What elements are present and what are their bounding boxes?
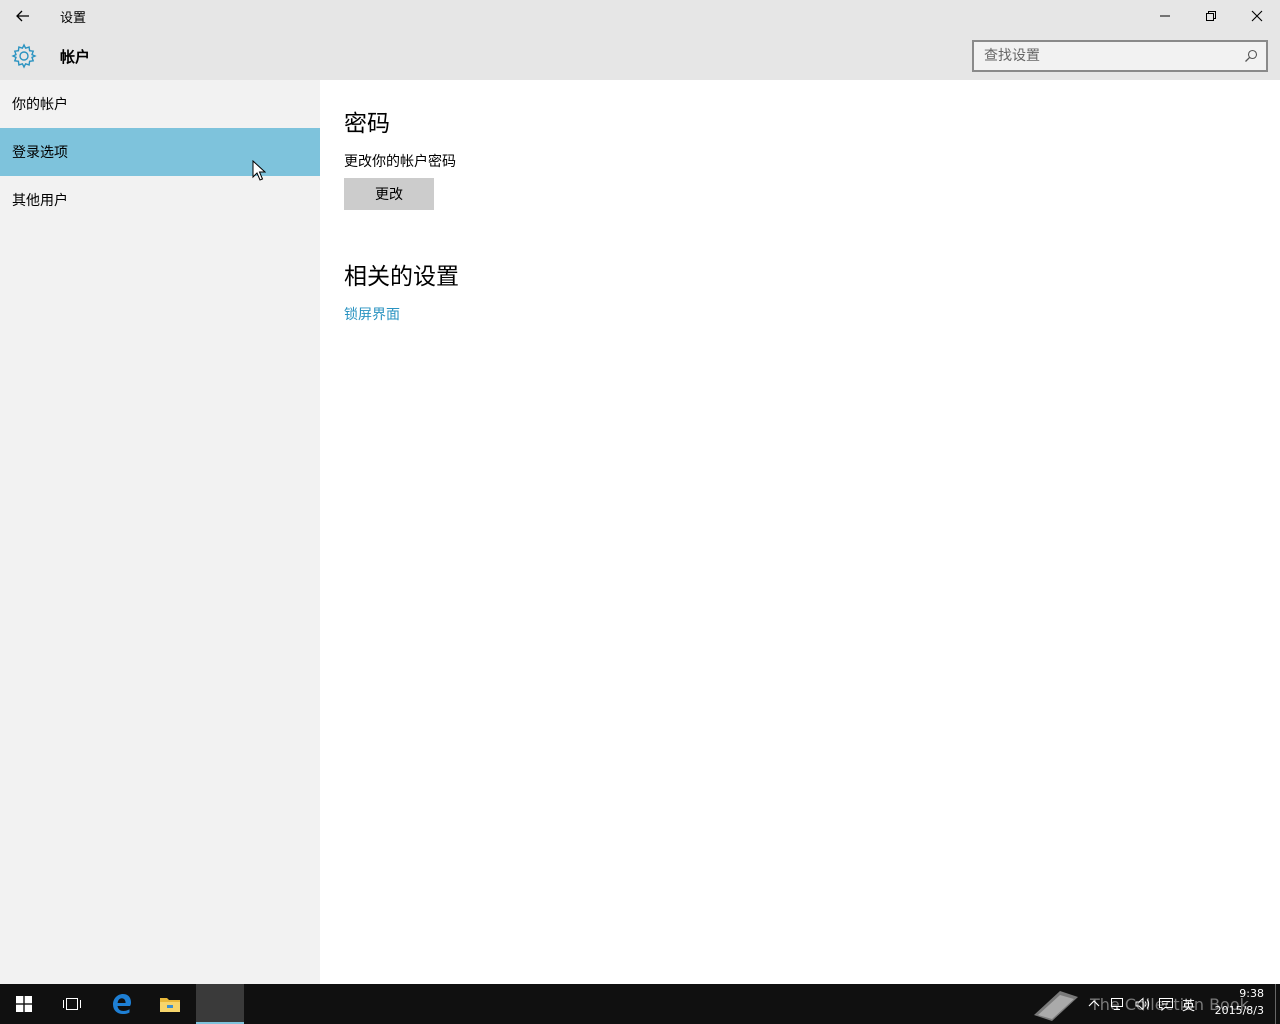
related-settings-title: 相关的设置 xyxy=(344,264,459,290)
search-input[interactable] xyxy=(974,42,1234,70)
title-bar: 设置 xyxy=(0,0,1280,32)
search-box[interactable] xyxy=(972,40,1268,72)
volume-icon[interactable] xyxy=(1134,996,1150,1012)
minimize-icon xyxy=(1160,15,1170,17)
password-section-title: 密码 xyxy=(344,111,390,137)
lock-screen-link[interactable]: 锁屏界面 xyxy=(344,304,400,324)
close-button[interactable] xyxy=(1234,0,1280,32)
windows-logo-icon xyxy=(16,996,32,1012)
sidebar-item-your-account[interactable]: 你的帐户 xyxy=(0,80,320,128)
edge-browser-button[interactable] xyxy=(98,984,146,1024)
gear-icon xyxy=(11,43,37,69)
page-title: 帐户 xyxy=(60,48,91,66)
task-view-button[interactable] xyxy=(48,984,96,1024)
edge-icon xyxy=(113,994,131,1014)
sidebar: 你的帐户 登录选项 其他用户 xyxy=(0,80,320,984)
file-explorer-button[interactable] xyxy=(146,984,194,1024)
sidebar-item-label: 登录选项 xyxy=(12,145,68,161)
back-arrow-icon xyxy=(16,10,29,22)
settings-taskbar-button[interactable] xyxy=(196,984,244,1024)
action-center-icon[interactable] xyxy=(1158,996,1174,1012)
show-desktop-button[interactable] xyxy=(1275,984,1276,1024)
restore-button[interactable] xyxy=(1188,0,1234,32)
chevron-up-icon[interactable] xyxy=(1086,996,1102,1012)
change-password-button[interactable]: 更改 xyxy=(344,178,434,210)
sidebar-item-sign-in-options[interactable]: 登录选项 xyxy=(0,128,320,176)
mouse-cursor-icon xyxy=(252,160,266,181)
main-content: 密码 更改你的帐户密码 更改 相关的设置 锁屏界面 xyxy=(320,80,1280,984)
network-icon[interactable] xyxy=(1110,996,1126,1012)
close-icon xyxy=(1251,10,1263,22)
window-title: 设置 xyxy=(60,11,87,26)
clock-date[interactable]: 2015/8/3 xyxy=(1202,1004,1264,1017)
book-icon xyxy=(1034,991,1078,1021)
page-header: 帐户 xyxy=(0,32,1280,80)
password-description: 更改你的帐户密码 xyxy=(344,154,456,170)
folder-icon xyxy=(160,998,180,1012)
sidebar-item-label: 其他用户 xyxy=(12,193,68,209)
start-button[interactable] xyxy=(0,984,48,1024)
input-language-indicator[interactable]: 英 xyxy=(1182,995,1195,1014)
clock-time[interactable]: 9:38 xyxy=(1212,987,1264,1000)
task-view-icon xyxy=(63,998,81,1010)
search-icon[interactable] xyxy=(1244,49,1258,63)
taskbar: The Collection Book 英 9:38 2015/8/3 xyxy=(0,984,1280,1024)
sidebar-item-other-users[interactable]: 其他用户 xyxy=(0,176,320,224)
sidebar-item-label: 你的帐户 xyxy=(12,97,68,113)
back-button[interactable] xyxy=(0,0,46,32)
restore-icon xyxy=(1206,11,1216,21)
minimize-button[interactable] xyxy=(1142,0,1188,32)
